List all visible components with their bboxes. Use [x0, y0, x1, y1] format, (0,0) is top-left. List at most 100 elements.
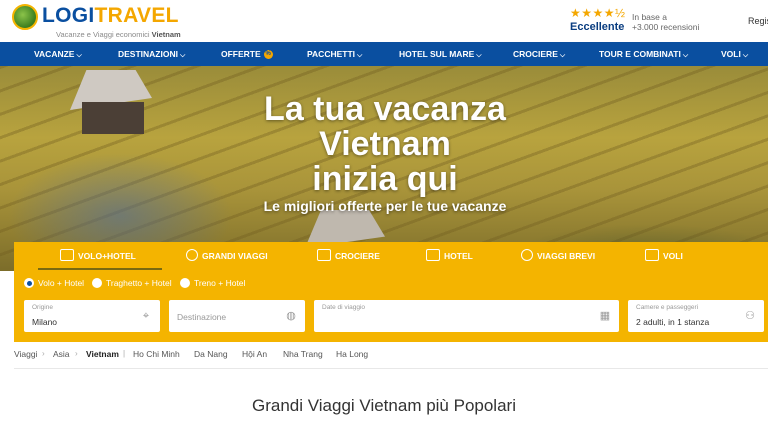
chevron-down-icon: ⌵ — [559, 52, 566, 59]
breadcrumb-divider: | — [123, 349, 126, 358]
top-header: LOGITRAVEL Vacanze e Viaggi economici Vi… — [0, 0, 768, 42]
tab-label: VIAGGI BREVI — [537, 251, 596, 261]
reviews-based-on: In base a — [632, 12, 667, 22]
chevron-down-icon: ⌵ — [742, 52, 749, 59]
nav-item-tour-e-combinati[interactable]: TOUR E COMBINATI ⌵ — [599, 42, 688, 66]
chevron-right-icon: › — [75, 349, 78, 358]
hut-wall — [82, 102, 144, 134]
nav-item-hotel-sul-mare[interactable]: HOTEL SUL MARE ⌵ — [399, 42, 482, 66]
tab-label: CROCIERE — [335, 251, 380, 261]
globe-icon: ◍ — [286, 310, 296, 322]
nav-label: VOLI — [721, 49, 741, 59]
nav-label: TOUR E COMBINATI — [599, 49, 681, 59]
nav-label: DESTINAZIONI — [118, 49, 178, 59]
radio-label: Treno + Hotel — [194, 278, 246, 288]
origin-field[interactable]: Origine Milano ⌖ — [24, 300, 160, 332]
tab-viaggi-brevi[interactable]: VIAGGI BREVI — [521, 242, 595, 270]
nav-label: CROCIERE — [513, 49, 558, 59]
nav-label: HOTEL SUL MARE — [399, 49, 475, 59]
link-ho-chi-minh[interactable]: Ho Chi Minh — [133, 349, 180, 359]
nav-label: VACANZE — [34, 49, 75, 59]
hero-title-line3: inizia qui — [312, 160, 458, 198]
logo-text-part2: TRAVEL — [94, 4, 179, 27]
radio-traghetto-hotel[interactable]: Traghetto + Hotel — [92, 278, 172, 288]
section-title: Grandi Viaggi Vietnam più Popolari — [252, 396, 516, 415]
section-divider — [14, 368, 768, 369]
nav-item-voli[interactable]: VOLI ⌵ — [721, 42, 748, 66]
percent-badge-icon: % — [263, 50, 273, 60]
tagline-bold: Vietnam — [151, 30, 181, 39]
link-da-nang[interactable]: Da Nang — [194, 349, 228, 359]
nav-label: OFFERTE — [221, 49, 261, 59]
radio-treno-hotel[interactable]: Treno + Hotel — [180, 278, 245, 288]
balloon-icon — [521, 249, 533, 261]
nav-item-pacchetti[interactable]: PACCHETTI ⌵ — [307, 42, 362, 66]
tab-label: VOLI — [663, 251, 683, 261]
guests-label: Camere e passeggeri — [636, 304, 699, 311]
chevron-down-icon: ⌵ — [179, 52, 186, 59]
tab-label: HOTEL — [444, 251, 473, 261]
logo-text: LOGITRAVEL — [42, 4, 179, 28]
tab-hotel[interactable]: HOTEL — [426, 242, 473, 270]
tab-volo-hotel[interactable]: VOLO+HOTEL — [38, 242, 162, 270]
house-icon — [426, 249, 440, 261]
radio-unselected-icon — [180, 278, 190, 288]
chevron-down-icon: ⌵ — [476, 52, 482, 59]
date-label: Date di viaggio — [322, 304, 365, 311]
search-panel: VOLO+HOTEL GRANDI VIAGGI CROCIERE HOTEL … — [14, 242, 768, 342]
chevron-down-icon: ⌵ — [76, 52, 82, 59]
tagline-text: Vacanze e Viaggi economici — [56, 30, 150, 39]
globe-logo-icon — [12, 4, 38, 30]
map-pin-icon: ⌖ — [142, 310, 150, 322]
breadcrumb-viaggi[interactable]: Viaggi — [14, 349, 37, 359]
reviews-number: +3.000 recensioni — [632, 22, 700, 32]
tab-crociere[interactable]: CROCIERE — [317, 242, 380, 270]
logo-tagline: Vacanze e Viaggi economici Vietnam — [56, 30, 181, 39]
origin-value: Milano — [32, 317, 58, 327]
hero-subtitle: Le migliori offerte per le tue vacanze — [263, 198, 507, 214]
hut-image — [70, 70, 152, 134]
radio-selected-icon — [24, 278, 34, 288]
link-ha-long[interactable]: Ha Long — [336, 349, 368, 359]
hero-title: La tua vacanza Vietnam inizia qui — [240, 92, 530, 197]
logo[interactable]: LOGITRAVEL Vacanze e Viaggi economici Vi… — [12, 4, 182, 39]
link-hoi-an[interactable]: Hội An — [242, 349, 267, 359]
radio-unselected-icon — [92, 278, 102, 288]
plane-icon — [645, 249, 659, 261]
star-rating-icon: ★★★★½ — [570, 6, 626, 20]
ship-icon — [317, 249, 331, 261]
chevron-down-icon: ⌵ — [682, 52, 689, 59]
link-nha-trang[interactable]: Nha Trang — [283, 349, 323, 359]
rating-label: Eccellente — [570, 21, 625, 33]
breadcrumb-asia[interactable]: Asia — [53, 349, 70, 359]
chevron-down-icon: ⌵ — [357, 52, 363, 59]
radio-label: Traghetto + Hotel — [106, 278, 172, 288]
breadcrumb-vietnam: Vietnam — [86, 349, 119, 359]
travel-dates-field[interactable]: Date di viaggio ▦ — [314, 300, 619, 332]
destination-placeholder: Destinazione — [177, 312, 227, 322]
nav-label: PACCHETTI — [307, 49, 356, 59]
radio-volo-hotel[interactable]: Volo + Hotel — [24, 278, 84, 288]
nav-item-offerte[interactable]: OFFERTE% — [221, 42, 273, 66]
nav-item-destinazioni[interactable]: DESTINAZIONI ⌵ — [118, 42, 185, 66]
hero-banner: La tua vacanza Vietnam inizia qui Le mig… — [0, 66, 768, 271]
tab-voli[interactable]: VOLI — [645, 242, 683, 270]
nav-item-vacanze[interactable]: VACANZE ⌵ — [34, 42, 82, 66]
calendar-icon: ▦ — [599, 310, 611, 322]
radio-label: Volo + Hotel — [38, 278, 85, 288]
rating-widget[interactable]: ★★★★½ Eccellente — [570, 7, 626, 33]
logo-text-part1: LOGI — [42, 4, 95, 27]
user-icon: ⚇ — [745, 310, 755, 322]
reviews-count[interactable]: In base a +3.000 recensioni — [632, 12, 699, 32]
guests-field[interactable]: Camere e passeggeri 2 adulti, in 1 stanz… — [628, 300, 764, 332]
suitcase-icon — [60, 249, 74, 261]
chevron-right-icon: › — [42, 349, 45, 358]
origin-label: Origine — [32, 304, 53, 311]
guests-value: 2 adulti, in 1 stanza — [636, 317, 710, 327]
main-nav: VACANZE ⌵ DESTINAZIONI ⌵ OFFERTE% PACCHETT… — [0, 42, 768, 66]
tab-grandi-viaggi[interactable]: GRANDI VIAGGI — [186, 242, 268, 270]
register-link[interactable]: Regis — [748, 16, 768, 26]
destination-field[interactable]: Destinazione ◍ — [169, 300, 305, 332]
hero-title-line2: Vietnam — [319, 125, 451, 163]
nav-item-crociere[interactable]: CROCIERE ⌵ — [513, 42, 565, 66]
